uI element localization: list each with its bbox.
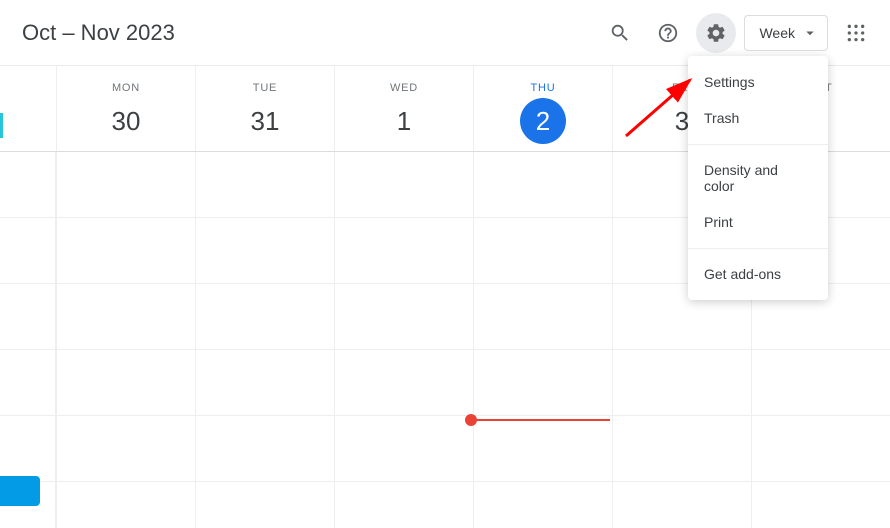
day-header-mon[interactable]: MON 30: [56, 66, 195, 151]
menu-trash[interactable]: Trash: [688, 100, 828, 136]
day-label: MON: [112, 82, 140, 94]
day-header-thu[interactable]: THU 2: [473, 66, 612, 151]
settings-dropdown: Settings Trash Density and color Print G…: [688, 56, 828, 300]
menu-density[interactable]: Density and color: [688, 152, 828, 204]
day-label: THU: [530, 82, 555, 94]
day-label: TUE: [253, 82, 277, 94]
menu-print[interactable]: Print: [688, 204, 828, 240]
day-header-tue[interactable]: TUE 31: [195, 66, 334, 151]
day-num: 31: [242, 98, 288, 144]
view-selector[interactable]: Week: [744, 15, 828, 51]
menu-addons[interactable]: Get add-ons: [688, 256, 828, 292]
day-num: 1: [381, 98, 427, 144]
calendar-event[interactable]: [0, 476, 40, 506]
day-header-wed[interactable]: WED 1: [334, 66, 473, 151]
menu-settings[interactable]: Settings: [688, 64, 828, 100]
event-edge: [0, 113, 3, 138]
help-icon[interactable]: [648, 13, 688, 53]
settings-gear-icon[interactable]: [696, 13, 736, 53]
search-icon[interactable]: [600, 13, 640, 53]
page-title: Oct – Nov 2023: [22, 20, 175, 46]
apps-grid-icon[interactable]: [836, 13, 876, 53]
chevron-down-icon: [801, 24, 819, 42]
day-label: WED: [390, 82, 418, 94]
now-indicator-line: [470, 419, 610, 421]
day-num: 30: [103, 98, 149, 144]
day-num: 2: [520, 98, 566, 144]
view-selector-label: Week: [759, 25, 795, 41]
